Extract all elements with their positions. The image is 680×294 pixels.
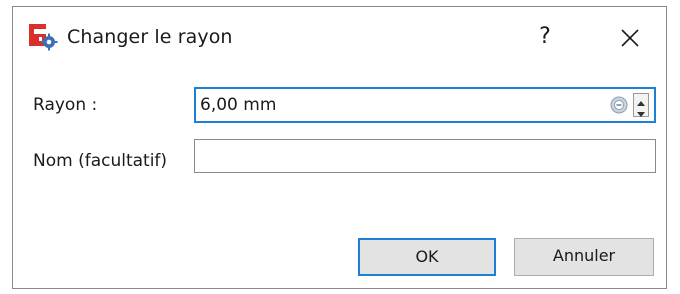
title-bar: Changer le rayon ? xyxy=(13,7,666,65)
freecad-app-icon xyxy=(29,24,59,52)
dialog-title: Changer le rayon xyxy=(67,26,233,48)
cancel-button[interactable]: Annuler xyxy=(514,238,654,276)
help-button[interactable]: ? xyxy=(529,19,561,55)
name-field[interactable] xyxy=(194,139,656,173)
name-input[interactable] xyxy=(201,142,641,170)
spin-up-button[interactable] xyxy=(634,94,648,106)
spin-arrows-icon xyxy=(633,93,649,117)
radius-label: Rayon : xyxy=(33,95,98,115)
spin-down-button[interactable] xyxy=(634,105,648,117)
change-radius-dialog: Changer le rayon ? Rayon : 6,00 mm Nom (… xyxy=(12,6,667,289)
name-label: Nom (facultatif) xyxy=(33,151,168,171)
ok-button[interactable]: OK xyxy=(358,238,496,276)
expression-icon[interactable] xyxy=(610,96,628,114)
radius-input[interactable] xyxy=(200,91,600,119)
radius-field[interactable] xyxy=(194,87,656,123)
close-button[interactable] xyxy=(613,21,647,55)
close-icon xyxy=(621,29,639,47)
